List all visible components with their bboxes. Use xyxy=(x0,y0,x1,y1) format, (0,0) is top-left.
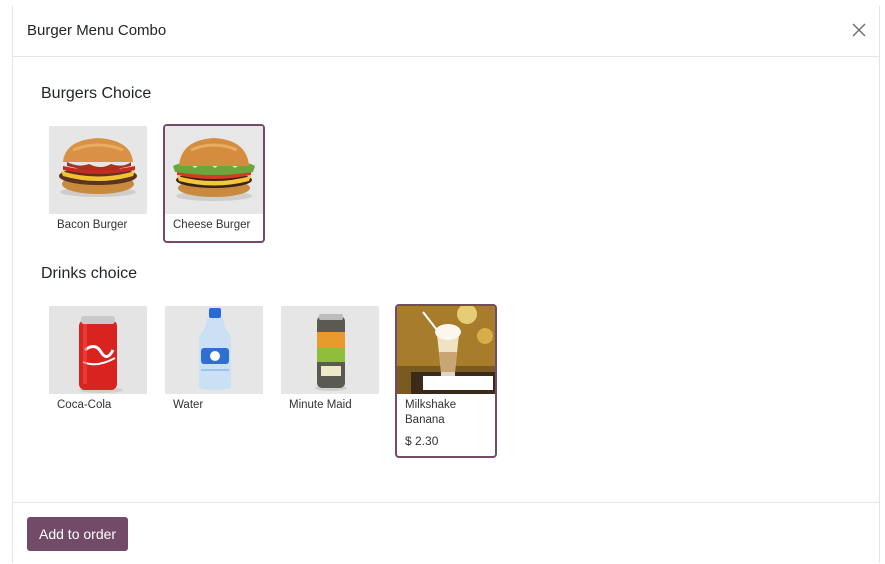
minute-maid-can-image xyxy=(281,306,379,394)
product-name: Milkshake Banana xyxy=(405,399,457,426)
bacon-burger-image xyxy=(49,126,147,214)
product-card-cheese-burger[interactable]: Cheese Burger xyxy=(163,124,265,243)
cheese-burger-image xyxy=(165,126,263,214)
dialog-title: Burger Menu Combo xyxy=(27,22,167,39)
dialog-header: Burger Menu Combo xyxy=(13,6,879,57)
product-price: $ 2.30 xyxy=(405,434,439,448)
product-name: Bacon Burger xyxy=(57,219,128,231)
product-name: Cheese Burger xyxy=(173,219,251,231)
product-name: Water xyxy=(173,399,204,411)
product-name: Coca-Cola xyxy=(57,399,112,411)
product-card-bacon-burger[interactable]: Bacon Burger xyxy=(47,124,149,243)
dialog-footer: Add to order xyxy=(13,502,879,564)
product-name: Minute Maid xyxy=(289,399,352,411)
combo-dialog: Burger Menu Combo Burgers Choice Bacon B… xyxy=(12,6,880,563)
milkshake-image xyxy=(397,306,495,394)
product-card-milkshake-banana[interactable]: Milkshake Banana $ 2.30 xyxy=(395,304,497,458)
drinks-section-title: Drinks choice xyxy=(41,265,138,282)
close-icon[interactable] xyxy=(849,20,869,40)
product-card-water[interactable]: Water xyxy=(163,304,265,423)
product-card-coca-cola[interactable]: Coca-Cola xyxy=(47,304,149,423)
water-bottle-image xyxy=(165,306,263,394)
coca-cola-image xyxy=(49,306,147,394)
add-to-order-button[interactable]: Add to order xyxy=(27,517,129,551)
burgers-section-title: Burgers Choice xyxy=(41,85,152,102)
product-card-minute-maid[interactable]: Minute Maid xyxy=(279,304,381,423)
